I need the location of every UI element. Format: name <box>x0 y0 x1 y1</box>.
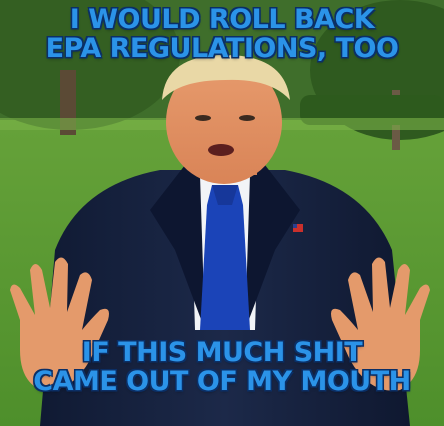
bottom-caption-line-1: IF THIS MUCH SHIT <box>81 337 363 368</box>
eye-right <box>239 115 255 121</box>
mouth <box>208 144 234 156</box>
bottom-caption-line-2: CAME OUT OF MY MOUTH <box>33 365 411 397</box>
eye-left <box>195 115 211 121</box>
top-caption: I WOULD ROLL BACK EPA REGULATIONS, TOO <box>0 4 444 64</box>
meme-image: I WOULD ROLL BACK EPA REGULATIONS, TOO I… <box>0 0 444 426</box>
top-caption-line-1: I WOULD ROLL BACK <box>69 4 375 35</box>
tie <box>200 185 250 330</box>
top-caption-line-2: EPA REGULATIONS, TOO <box>45 32 399 64</box>
bottom-caption: IF THIS MUCH SHIT CAME OUT OF MY MOUTH <box>0 337 444 397</box>
